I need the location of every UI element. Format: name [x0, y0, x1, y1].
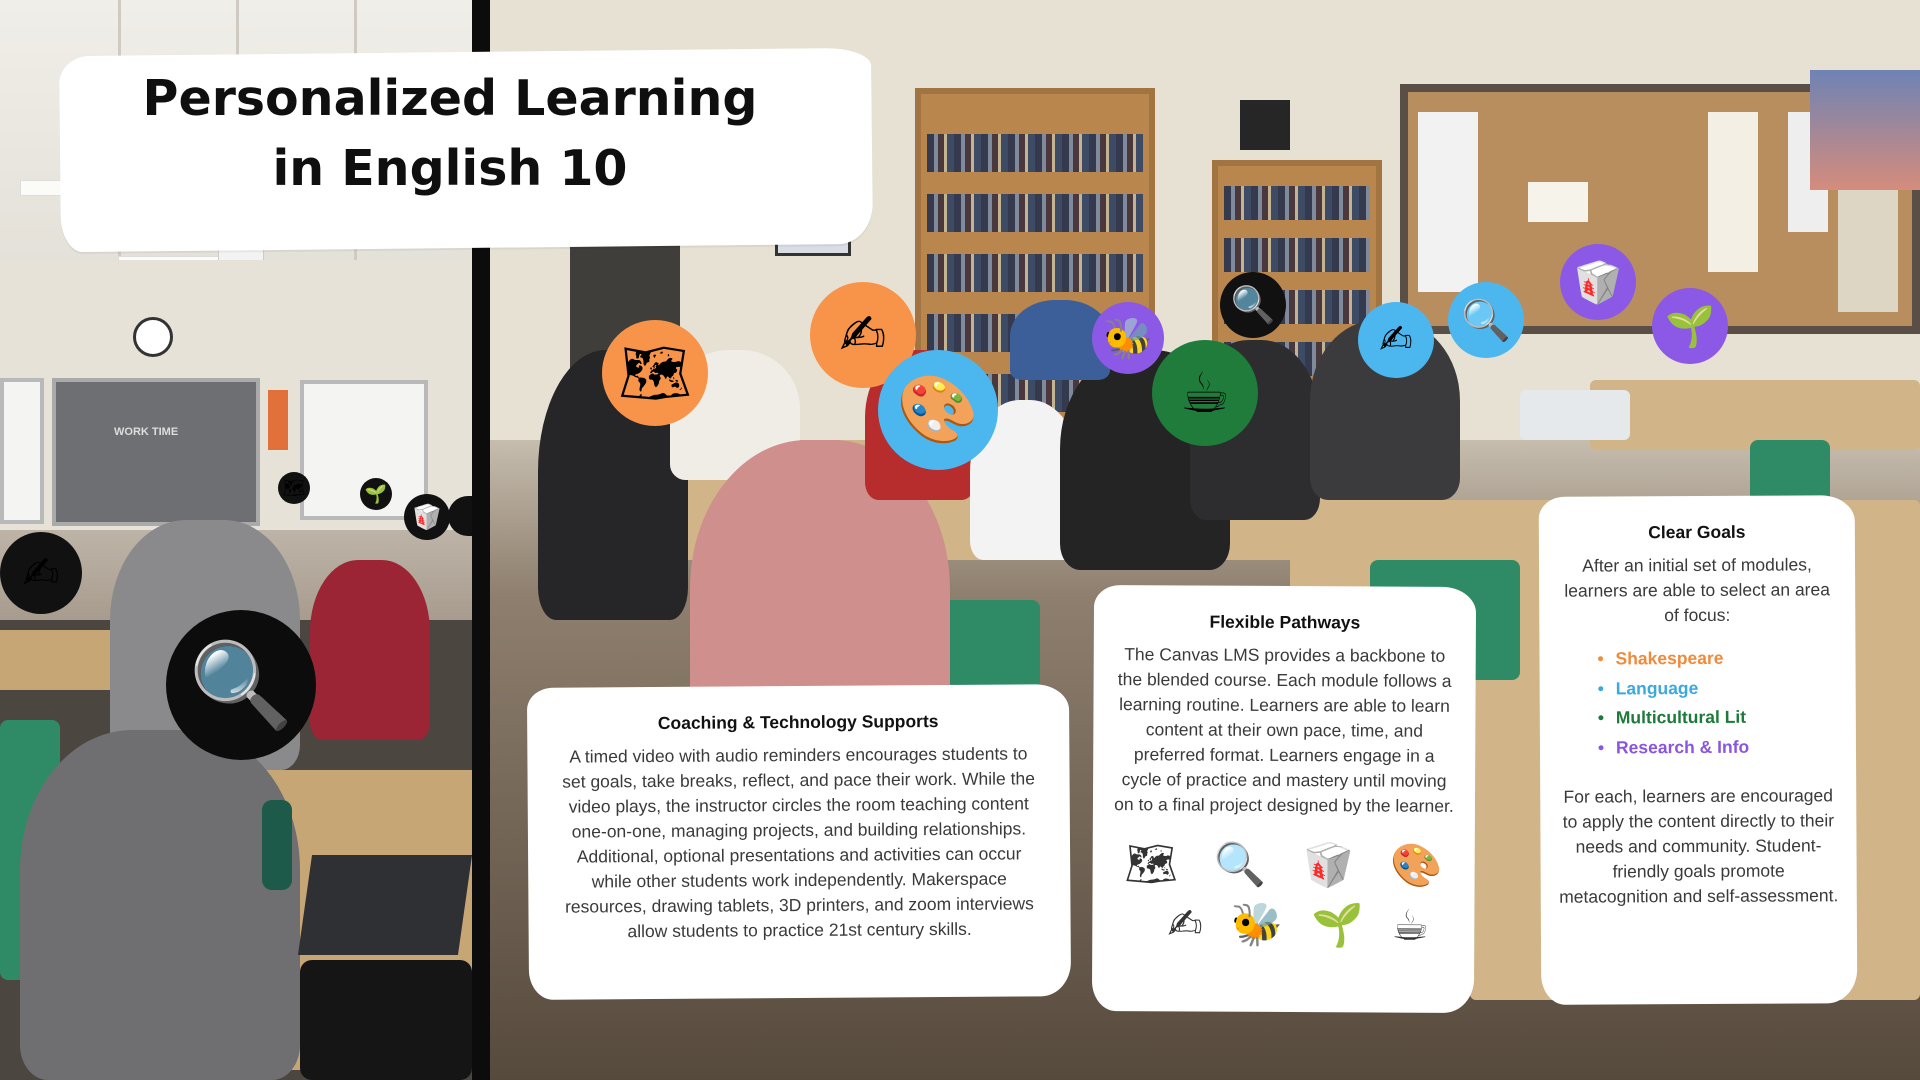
- projector-screen: WORK TIME: [52, 378, 260, 526]
- student: [310, 560, 430, 740]
- takeout-box-icon: 🥡: [1302, 840, 1355, 890]
- title-line-2: in English 10: [272, 140, 628, 197]
- palette-icon: 🎨: [1390, 840, 1443, 890]
- student-foreground: [20, 730, 300, 1080]
- focus-item-research-info: Research & Info: [1598, 732, 1838, 763]
- focus-area-list: Shakespeare Language Multicultural Lit R…: [1597, 643, 1838, 762]
- sunset-poster: [1810, 70, 1920, 190]
- takeout-box-icon: 🥡: [1560, 244, 1636, 320]
- storage-bin: [1520, 390, 1630, 440]
- whiteboard-left: [0, 378, 44, 524]
- focus-item-multicultural-lit: Multicultural Lit: [1598, 702, 1838, 733]
- writing-hand-icon: ✍: [1358, 302, 1434, 378]
- title-line-1: Personalized Learning: [142, 70, 758, 127]
- flexible-body: The Canvas LMS provides a backbone to th…: [1114, 644, 1454, 816]
- magnifier-icon: 🔍: [1220, 272, 1286, 338]
- coaching-heading: Coaching & Technology Supports: [657, 711, 939, 733]
- focus-item-shakespeare: Shakespeare: [1597, 643, 1837, 674]
- coaching-card: Coaching & Technology Supports A timed v…: [526, 684, 1072, 1000]
- water-bottle: [262, 800, 292, 890]
- screen-text: WORK TIME: [114, 426, 179, 438]
- poster: [268, 390, 288, 450]
- framed-picture: [1240, 100, 1290, 150]
- laptop: [297, 855, 472, 955]
- map-icon: 🗺: [1124, 839, 1179, 889]
- map-icon: 🗺: [278, 472, 310, 504]
- bee-icon: 🐝: [1230, 899, 1284, 949]
- backpack: [300, 960, 472, 1080]
- wall-clock: [133, 317, 173, 357]
- seedling-icon: 🌱: [1652, 288, 1728, 364]
- goals-heading: Clear Goals: [1648, 521, 1746, 543]
- goals-intro: After an initial set of modules, learner…: [1564, 554, 1830, 626]
- coaching-body: A timed video with audio reminders encou…: [562, 743, 1035, 942]
- coffee-icon: ☕: [1152, 340, 1258, 446]
- icon-row-2: ✍ 🐝 🌱 ☕: [1112, 899, 1454, 951]
- seedling-icon: 🌱: [360, 478, 392, 510]
- clear-goals-card: Clear Goals After an initial set of modu…: [1538, 495, 1858, 1005]
- palette-icon: 🎨: [878, 350, 998, 470]
- flexible-heading: Flexible Pathways: [1209, 611, 1361, 633]
- seedling-icon: 🌱: [1310, 900, 1364, 950]
- writing-hand-icon: ✍: [1167, 899, 1203, 949]
- focus-item-language: Language: [1598, 673, 1838, 704]
- map-icon: 🗺: [602, 320, 708, 426]
- page-title: Personalized Learning in English 10: [80, 64, 820, 204]
- icon-row-1: 🗺 🔍 🥡 🎨: [1113, 839, 1455, 891]
- coffee-icon: ☕: [1391, 900, 1430, 950]
- magnifier-icon: 🔍: [1448, 282, 1524, 358]
- bee-icon: 🐝: [1092, 302, 1164, 374]
- magnifier-icon: 🔍: [1213, 839, 1267, 889]
- goals-outro: For each, learners are encouraged to app…: [1559, 785, 1839, 907]
- magnifier-icon: 🔍: [166, 610, 316, 760]
- flexible-pathways-card: Flexible Pathways The Canvas LMS provide…: [1091, 585, 1477, 1013]
- writing-hand-icon: ✍: [0, 532, 82, 614]
- takeout-box-icon: 🥡: [404, 494, 450, 540]
